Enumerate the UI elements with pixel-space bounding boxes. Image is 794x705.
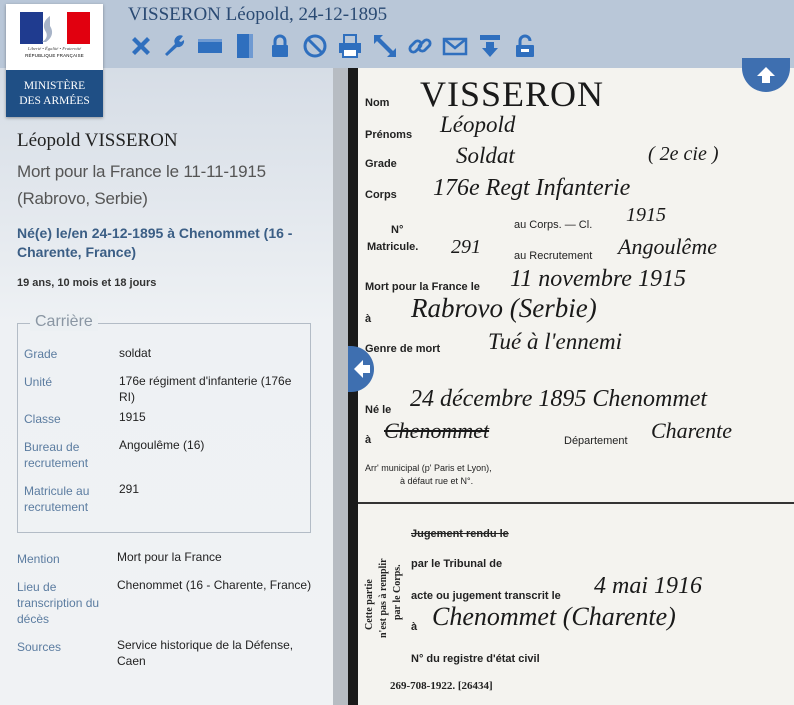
transcription-label: Lieu de transcription du décès [17, 580, 100, 626]
vertical-view-icon[interactable] [232, 33, 258, 59]
download-icon[interactable] [477, 33, 503, 59]
scan-hand-transcrit: 4 mai 1916 [594, 573, 702, 599]
scan-vertical-2: n'est pas à remplir [378, 558, 389, 638]
print-icon[interactable] [337, 33, 363, 59]
scroll-top-button[interactable] [742, 58, 790, 92]
scan-label-mort: Mort pour la France le [365, 281, 480, 293]
scan-label-no: N° [391, 224, 404, 236]
birth-info: Né(e) le/en 24-12-1895 à Chenommet (16 -… [17, 225, 293, 260]
scan-hand-matricule: 291 [451, 236, 481, 258]
expand-icon[interactable] [372, 33, 398, 59]
scan-hand-grade: Soldat [456, 143, 515, 168]
career-value-unit: 176e régiment d'infanterie (176e RI) [119, 374, 292, 404]
scan-hand-departement: Charente [651, 418, 733, 443]
scan-footer: 269-708-1922. [26434] [390, 680, 493, 692]
career-value-grade: soldat [119, 346, 152, 360]
scan-hand-corps: 176e Regt Infanterie [433, 175, 631, 201]
scan-hand-recrutement: Angoulême [618, 234, 717, 259]
horizontal-view-icon[interactable] [197, 33, 223, 59]
career-value-class: 1915 [119, 410, 146, 424]
scan-hand-grade-class: ( 2e cie ) [648, 143, 719, 165]
career-value-matricule: 291 [119, 482, 140, 496]
scan-hand-ne: 24 décembre 1895 Chenommet [410, 386, 708, 412]
scan-label-au-recrutement: au Recrutement [514, 250, 593, 262]
sources-value: Service historique de la Défense, Caen [117, 638, 294, 668]
scan-label-registre: N° du registre d'état civil [411, 653, 540, 665]
scan-label-matricule: Matricule. [367, 241, 419, 253]
sources-label: Sources [17, 640, 62, 654]
collapse-panel-button[interactable] [348, 346, 374, 392]
person-name: Léopold VISSERON [17, 130, 178, 151]
scan-label-corps: Corps [365, 189, 397, 201]
career-label-grade: Grade [24, 347, 58, 361]
scan-label-prenoms: Prénoms [365, 129, 413, 141]
career-label-bureau: Bureau de recrutement [24, 440, 89, 470]
scan-label-arr1: Arr' municipal (p' Paris et Lyon), [365, 463, 492, 473]
logo-motto: Liberté • Égalité • Fraternité [27, 46, 82, 51]
ministry-line-1: MINISTÈRE [23, 80, 86, 92]
lock-icon[interactable] [267, 33, 293, 59]
scan-label-a3: à [411, 621, 418, 633]
scan-label-nom: Nom [365, 97, 390, 109]
death-info: Mort pour la France le 11-11-1915 (Rabro… [17, 162, 266, 208]
scan-hand-lieu: Rabrovo (Serbie) [411, 293, 597, 323]
scan-label-arr2: à défaut rue et N°. [400, 476, 474, 486]
scan-hand-mort: 11 novembre 1915 [510, 266, 686, 292]
panel-splitter[interactable] [333, 68, 348, 705]
scan-hand-transcrit-lieu: Chenommet (Charente) [432, 602, 676, 631]
scan-label-acte: acte ou jugement transcrit le [411, 590, 561, 602]
scan-label-a2: à [365, 434, 372, 446]
scan-label-ne: Né le [365, 404, 392, 416]
document-scan[interactable]: Nom VISSERON Prénoms Léopold Grade Solda… [348, 68, 794, 705]
unlock-icon[interactable] [512, 33, 538, 59]
scan-label-a1: à [365, 313, 372, 325]
scan-hand-ne-lieu: Chenommet [384, 418, 490, 443]
marianne-flag-icon [20, 12, 90, 44]
transcription-value: Chenommet (16 - Charente, France) [117, 578, 312, 592]
career-label-class: Classe [24, 412, 61, 426]
scan-label-tribunal: par le Tribunal de [411, 558, 503, 570]
mention-label: Mention [17, 552, 60, 566]
wrench-icon[interactable] [162, 33, 188, 59]
scan-hand-classe: 1915 [626, 204, 666, 226]
ministry-line-2: DES ARMÉES [19, 95, 90, 107]
career-value-bureau: Angoulême (16) [119, 438, 205, 452]
scan-label-au-corps: au Corps. — Cl. [514, 219, 593, 231]
scan-hand-genre: Tué à l'ennemi [488, 329, 622, 354]
scan-vertical-3: par le Corps. [392, 564, 403, 620]
ministry-label: MINISTÈRE DES ARMÉES [6, 70, 103, 117]
career-label-matricule: Matricule au recrutement [24, 484, 90, 514]
mention-value: Mort pour la France [117, 550, 222, 564]
scan-hand-prenoms: Léopold [440, 112, 516, 137]
age-at-death: 19 ans, 10 mois et 18 jours [17, 277, 157, 289]
arrow-left-icon [354, 360, 370, 378]
scan-vertical-1: Cette partie [364, 579, 375, 630]
scan-label-jugement: Jugement rendu le [411, 528, 509, 540]
document-title: VISSERON Léopold, 24-12-1895 [128, 4, 388, 25]
no-entry-icon[interactable] [302, 33, 328, 59]
arrow-up-icon [757, 67, 775, 83]
close-icon[interactable] [128, 33, 154, 59]
logo-republic: RÉPUBLIQUE FRANÇAISE [25, 53, 84, 58]
scan-label-grade: Grade [365, 158, 397, 170]
career-label-unit: Unité [24, 375, 53, 389]
scan-divider [358, 502, 794, 504]
scan-label-departement: Département [564, 435, 628, 447]
link-icon[interactable] [407, 33, 433, 59]
mail-icon[interactable] [442, 33, 468, 59]
scan-label-genre: Genre de mort [365, 343, 441, 355]
career-legend: Carrière [30, 313, 98, 331]
scan-hand-nom: VISSERON [420, 74, 605, 114]
ministry-logo[interactable]: Liberté • Égalité • Fraternité RÉPUBLIQU… [6, 4, 103, 117]
